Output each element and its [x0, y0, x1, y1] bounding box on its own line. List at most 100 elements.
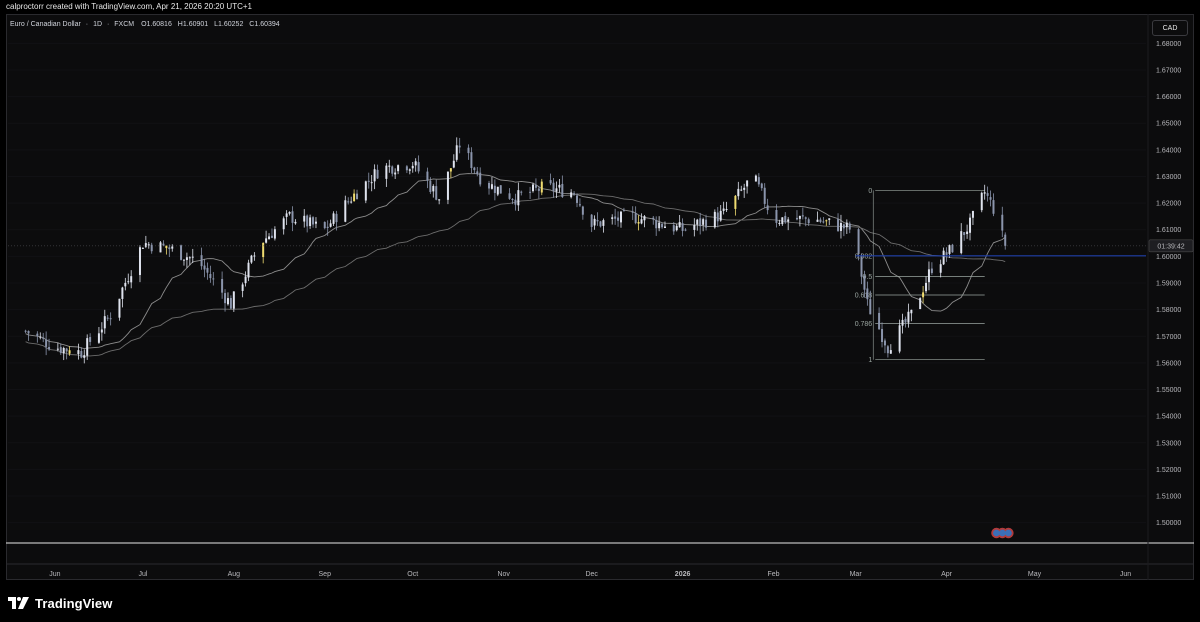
candle-body [948, 245, 951, 254]
candle-body [634, 213, 637, 224]
currency-button[interactable]: CAD [1152, 20, 1188, 36]
candle-body [476, 171, 479, 175]
candle-body [930, 268, 933, 274]
candle-body [746, 180, 749, 187]
candle-body [549, 180, 552, 184]
candle-body [901, 319, 904, 326]
time-tick-label: May [1028, 571, 1042, 578]
high-value: 1.60901 [182, 21, 209, 28]
candle-body [353, 193, 356, 202]
candle-body [1001, 214, 1004, 231]
chart-canvas[interactable]: 00.3820.50.6180.7861 1.680001.670001.660… [0, 0, 1200, 622]
candle-body [684, 229, 687, 231]
candle-body [309, 217, 312, 227]
candle-body [394, 172, 397, 175]
candle-body [414, 161, 417, 166]
candle-body [191, 256, 194, 258]
candle-body [611, 217, 614, 219]
event-marker-icon [993, 529, 1000, 537]
interval-label[interactable]: 1D [93, 21, 102, 28]
candle-body [622, 210, 625, 212]
price-tick-label: 1.57000 [1156, 334, 1181, 341]
candle-body [130, 276, 133, 283]
candle-body [860, 255, 863, 277]
candle-body [722, 208, 725, 211]
moving-average-slow [25, 193, 1006, 358]
candle-body [455, 145, 458, 160]
candle-body [162, 243, 165, 246]
candle-body [144, 243, 147, 247]
candle-body [520, 191, 523, 193]
candle-body [268, 236, 271, 240]
candle-body [488, 182, 491, 189]
candle-body [576, 195, 578, 203]
candle-body [1004, 234, 1007, 246]
candle-body [754, 175, 757, 182]
candle-body [971, 210, 974, 218]
candle-body [534, 185, 537, 188]
fib-level-label: 0.618 [855, 292, 873, 299]
candle-body [479, 172, 482, 185]
candle-body [675, 225, 678, 231]
close-value: 1.60394 [254, 21, 280, 28]
candle-body [303, 215, 306, 222]
candle-body [97, 333, 100, 343]
symbol-legend[interactable]: Euro / Canadian Dollar · 1D · FXCM O1.60… [10, 21, 283, 28]
price-tick-label: 1.50000 [1156, 520, 1181, 527]
candle-body [432, 185, 435, 192]
candle-body [619, 211, 622, 223]
candle-body [244, 276, 247, 284]
price-tick-label: 1.64000 [1156, 147, 1181, 154]
candle-body [658, 222, 661, 229]
candle-body [869, 299, 872, 315]
candle-body [640, 219, 643, 224]
candle-body [881, 328, 884, 342]
candle-body [514, 199, 517, 205]
tradingview-brand[interactable]: TradingView [8, 594, 112, 612]
candle-body [449, 168, 452, 172]
candle-body [470, 152, 473, 168]
candle-body [168, 247, 171, 250]
symbol-name[interactable]: Euro / Canadian Dollar [10, 21, 81, 28]
candle-body [537, 188, 540, 191]
time-tick-label: Aug [228, 571, 241, 578]
candle-body [180, 245, 183, 260]
candle-body [963, 232, 966, 236]
candle-body [819, 219, 822, 222]
candle-body [702, 219, 705, 225]
candle-body [837, 219, 840, 231]
candle-body [857, 229, 860, 254]
candle-body [663, 226, 666, 229]
candle-body [828, 218, 831, 220]
candle-body [467, 147, 470, 154]
candle-body [89, 337, 92, 342]
candle-body [376, 169, 379, 179]
candle-body [141, 247, 144, 249]
countdown-label-group: 01:39:42 [1148, 239, 1194, 253]
candle-body [558, 184, 561, 188]
candle-body [250, 255, 253, 263]
candle-body [743, 187, 746, 190]
candle-body [124, 282, 127, 287]
candle-body [206, 267, 209, 273]
candle-body [326, 226, 329, 228]
candle-body [373, 169, 376, 182]
candle-body [848, 223, 851, 230]
candle-body [763, 187, 766, 204]
open-key: O [141, 21, 147, 28]
candle-body [898, 325, 901, 352]
candle-body [989, 197, 992, 200]
candle-body [59, 347, 62, 353]
candle-body [42, 337, 45, 339]
price-tick-label: 1.59000 [1156, 281, 1181, 288]
candle-body [405, 166, 408, 171]
candle-body [496, 186, 499, 195]
candle-body [367, 180, 370, 182]
candle-body [138, 247, 141, 275]
candle-body [655, 220, 658, 229]
candle-body [716, 212, 719, 222]
fib-level-label: 0.382 [855, 253, 873, 260]
time-tick-label: Nov [497, 571, 510, 578]
candle-body [221, 279, 224, 293]
candle-body [159, 242, 162, 253]
